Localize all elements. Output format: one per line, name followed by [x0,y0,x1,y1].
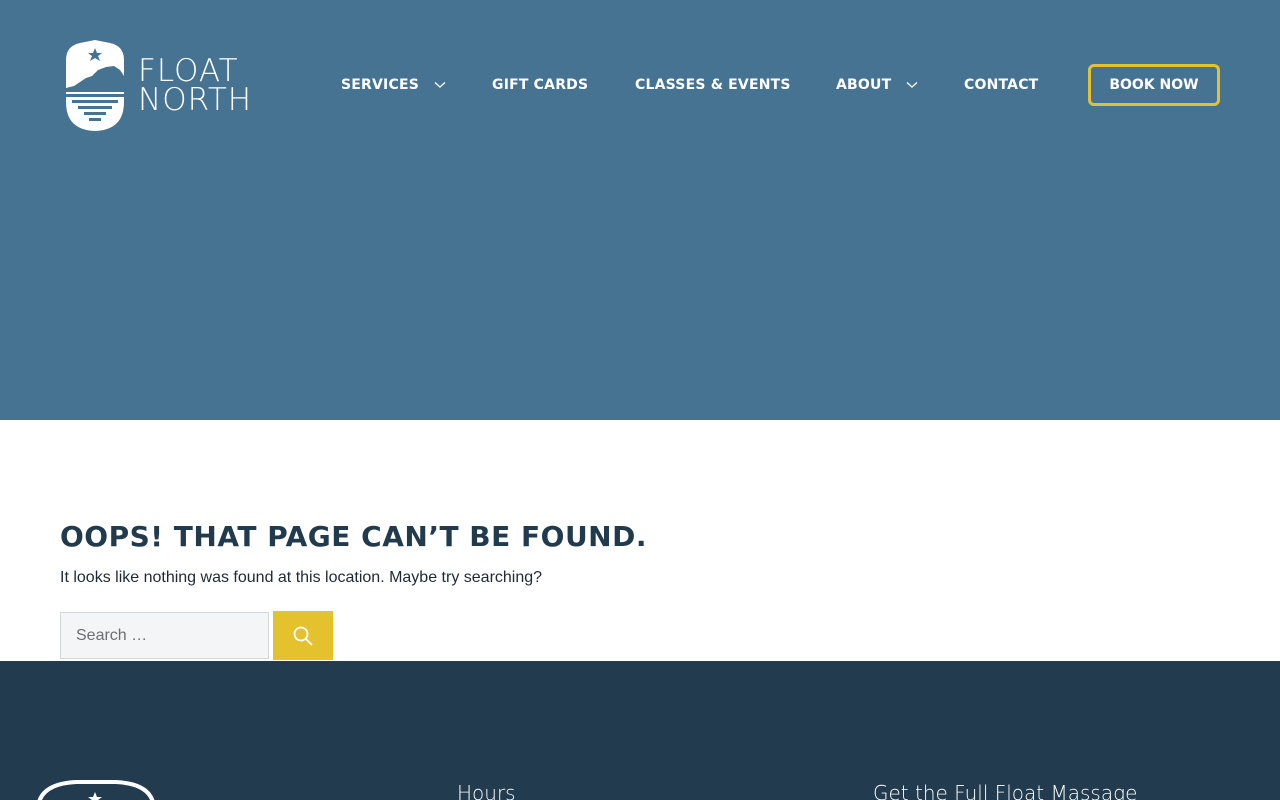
page-title: OOPS! THAT PAGE CAN’T BE FOUND. [60,520,647,553]
float-north-logo-icon [66,40,124,131]
chevron-down-icon [906,82,918,88]
main-content: OOPS! THAT PAGE CAN’T BE FOUND. It looks… [60,520,760,587]
nav-item-about[interactable]: ABOUT [836,77,918,93]
nav-gift-cards-label: GIFT CARDS [492,77,589,93]
nav-item-gift-cards[interactable]: GIFT CARDS [492,77,588,93]
site-logo-link[interactable]: FLOAT NORTH [60,40,255,132]
footer-hours-heading: Hours [457,781,516,800]
chevron-down-icon [434,82,446,88]
footer-logo-icon [37,780,155,800]
nav-item-contact[interactable]: CONTACT [964,77,1038,93]
nav-item-classes-events[interactable]: CLASSES & EVENTS [635,77,791,93]
nav-item-services[interactable]: SERVICES [341,77,446,93]
nav-classes-events-label: CLASSES & EVENTS [635,77,791,93]
logo-wordmark: FLOAT NORTH [138,56,253,118]
search-button[interactable] [273,611,333,660]
nav-about-label: ABOUT [836,77,892,93]
hero-header: FLOAT NORTH SERVICES GIFT CARDS CLASSES … [0,0,1280,420]
search-form [60,611,333,660]
search-input[interactable] [60,612,269,659]
site-footer: Hours Get the Full Float Massage [0,661,1280,800]
footer-massage-heading: Get the Full Float Massage [873,781,1138,800]
nav-services-label: SERVICES [341,77,419,93]
not-found-message: It looks like nothing was found at this … [60,569,543,586]
logo-line-2: NORTH [138,82,253,118]
search-icon [293,626,313,645]
book-now-button[interactable]: BOOK NOW [1088,64,1220,106]
nav-contact-label: CONTACT [964,77,1039,93]
